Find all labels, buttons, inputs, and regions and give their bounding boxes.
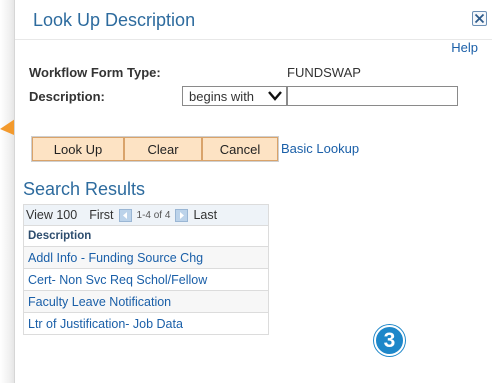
results-grid: View 100 First 1-4 of 4 Last Description… [23, 204, 269, 335]
previous-arrow-icon[interactable] [118, 208, 132, 222]
results-rows: Addl Info - Funding Source Chg Cert- Non… [23, 247, 269, 335]
workflow-form-type-label: Workflow Form Type: [29, 65, 161, 80]
close-icon [474, 13, 485, 24]
dialog-title-bar: Look Up Description [15, 0, 492, 40]
row-range: 1-4 of 4 [136, 209, 171, 221]
table-row[interactable]: Cert- Non Svc Req Schol/Fellow [23, 269, 269, 291]
step-number-badge: 3 [374, 325, 405, 356]
table-row[interactable]: Addl Info - Funding Source Chg [23, 247, 269, 269]
dialog-title: Look Up Description [33, 10, 196, 30]
view-100-link[interactable]: View 100 [26, 208, 77, 222]
chevron-down-icon [268, 91, 282, 101]
basic-lookup-link[interactable]: Basic Lookup [281, 141, 359, 156]
lookup-dialog: Look Up Description Help Workflow Form T… [14, 0, 492, 383]
description-search-input[interactable] [287, 86, 458, 106]
description-label: Description: [29, 89, 105, 104]
look-up-button[interactable]: Look Up [32, 137, 124, 161]
grid-navigation-bar: View 100 First 1-4 of 4 Last [23, 204, 269, 226]
first-label: First [89, 208, 114, 222]
last-label: Last [193, 208, 218, 222]
search-operator-value: begins with [189, 89, 255, 104]
help-link[interactable]: Help [451, 40, 478, 55]
workflow-form-type-value: FUNDSWAP [287, 65, 361, 80]
cancel-button[interactable]: Cancel [202, 137, 278, 161]
table-row[interactable]: Faculty Leave Notification [23, 291, 269, 313]
search-operator-select[interactable]: begins with [182, 86, 287, 106]
next-arrow-icon[interactable] [175, 208, 189, 222]
close-button[interactable] [472, 11, 487, 26]
button-bar: Look Up Clear Cancel [31, 136, 279, 162]
clear-button[interactable]: Clear [124, 137, 202, 161]
background-page-edge [0, 0, 14, 383]
description-column-header: Description [23, 226, 269, 247]
search-results-title: Search Results [23, 179, 146, 199]
table-row[interactable]: Ltr of Justification- Job Data [23, 313, 269, 335]
